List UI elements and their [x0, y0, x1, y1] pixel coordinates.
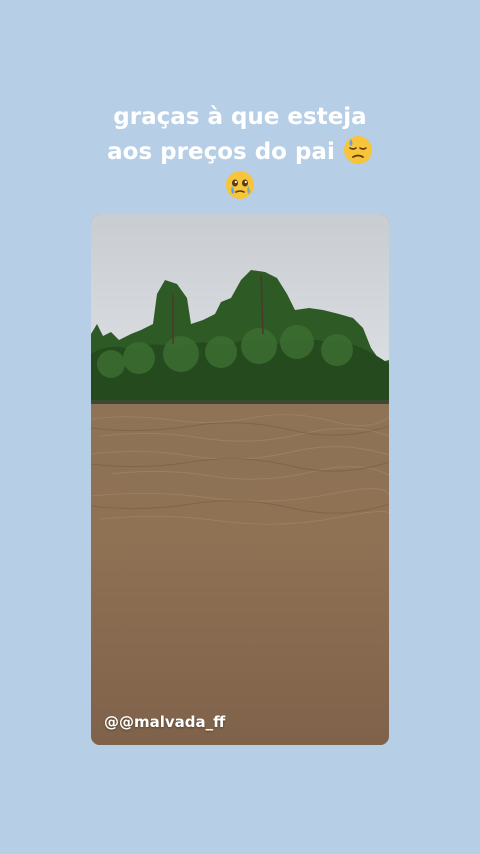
face-holding-back-tears-icon: [225, 170, 255, 200]
river-forest-photo-icon: [91, 214, 389, 745]
caption-line-3: [40, 170, 440, 205]
caption-line-2: aos preços do pai: [40, 135, 440, 170]
mention-tag[interactable]: @@malvada_ff: [104, 713, 225, 731]
caption-text-1: graças à que esteja: [113, 104, 367, 130]
story-photo: @@malvada_ff: [91, 214, 389, 745]
caption-text-2: aos preços do pai: [107, 139, 335, 165]
caption-line-1: graças à que esteja: [40, 100, 440, 135]
story-caption: graças à que esteja aos preços do pai: [40, 100, 440, 205]
downcast-face-with-sweat-icon: [343, 135, 373, 165]
